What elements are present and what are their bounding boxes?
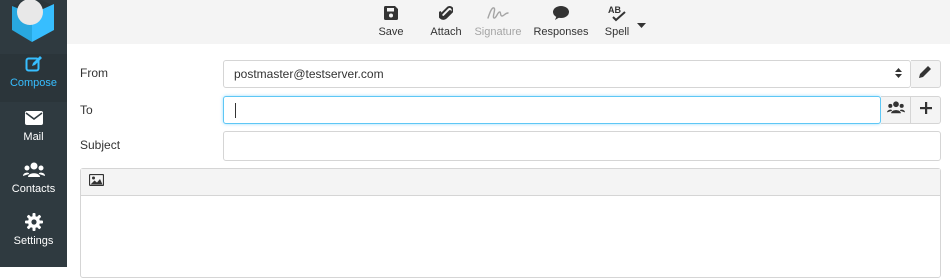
contacts-icon	[22, 160, 45, 180]
svg-text:AB: AB	[608, 5, 621, 15]
chevron-down-icon[interactable]	[637, 16, 646, 34]
subject-label: Subject	[80, 138, 121, 152]
select-arrows-icon	[895, 67, 902, 82]
from-label: From	[80, 66, 108, 80]
add-header-button[interactable]	[911, 96, 941, 124]
sidebar-item-contacts[interactable]: Contacts	[0, 160, 67, 208]
sidebar-item-label: Contacts	[11, 183, 56, 195]
address-book-button[interactable]	[881, 96, 911, 124]
sidebar-item-label: Mail	[23, 131, 44, 143]
sidebar-item-settings[interactable]: Settings	[0, 212, 67, 260]
comment-icon	[553, 4, 569, 22]
sidebar-item-compose[interactable]: Compose	[0, 54, 67, 102]
sidebar-item-label: Settings	[13, 235, 54, 247]
to-input[interactable]	[223, 96, 881, 124]
sidebar-item-label: Compose	[9, 77, 58, 89]
spell-button[interactable]: AB Spell	[603, 4, 631, 42]
from-select[interactable]: postmaster@testserver.com	[223, 60, 911, 88]
spell-label: Spell	[604, 26, 630, 38]
paperclip-icon	[439, 4, 453, 22]
to-label: To	[80, 103, 93, 117]
signature-label: Signature	[474, 26, 522, 38]
text-cursor	[235, 103, 236, 118]
save-icon	[384, 4, 398, 22]
compose-icon	[25, 54, 43, 74]
attach-button[interactable]: Attach	[427, 4, 465, 42]
gear-icon	[24, 212, 43, 232]
envelope-icon	[24, 108, 43, 128]
sidebar-item-mail[interactable]: Mail	[0, 108, 67, 156]
spellcheck-icon: AB	[607, 4, 627, 22]
app-logo	[8, 0, 58, 44]
sidebar: Compose Mail Contacts Settings	[0, 0, 67, 267]
attach-label: Attach	[430, 26, 462, 38]
plus-icon	[919, 101, 932, 119]
image-icon[interactable]	[88, 173, 105, 191]
responses-button[interactable]: Responses	[532, 4, 590, 42]
subject-input[interactable]	[223, 131, 941, 161]
contacts-icon	[886, 101, 905, 119]
pencil-icon	[919, 65, 932, 83]
signature-icon	[487, 4, 509, 22]
editor-toolbar	[81, 169, 940, 196]
save-label: Save	[378, 26, 404, 38]
save-button[interactable]: Save	[378, 4, 404, 42]
edit-identity-button[interactable]	[911, 60, 941, 88]
from-value: postmaster@testserver.com	[234, 67, 384, 81]
message-editor[interactable]	[80, 168, 941, 278]
responses-label: Responses	[533, 26, 589, 38]
signature-button[interactable]: Signature	[472, 4, 524, 42]
compose-toolbar: Save Attach Signature Responses AB Spell	[67, 0, 950, 44]
